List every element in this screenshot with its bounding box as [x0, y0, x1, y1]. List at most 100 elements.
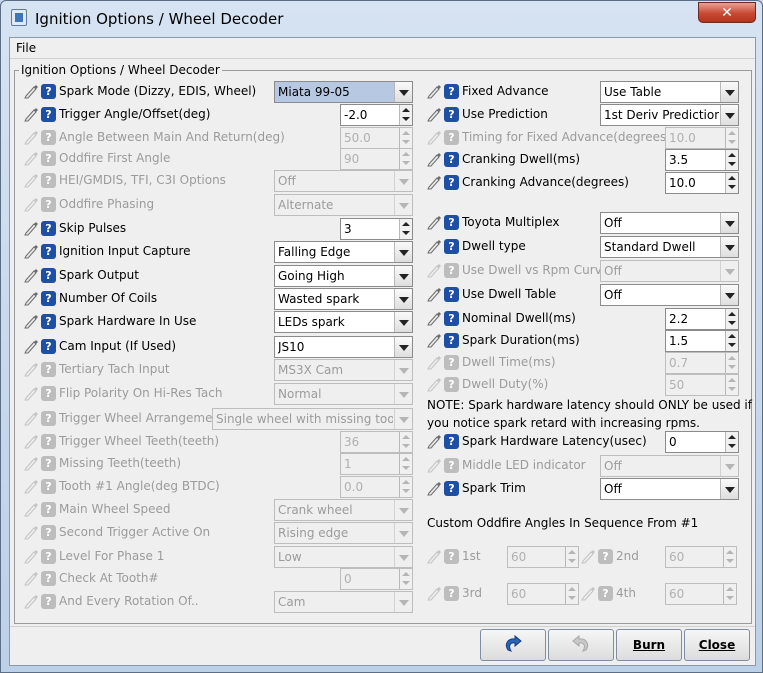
- edit-pencil-icon[interactable]: [24, 221, 38, 236]
- edit-pencil-icon[interactable]: [427, 84, 441, 99]
- help-icon[interactable]: ?: [444, 287, 459, 302]
- help-icon[interactable]: ?: [444, 434, 459, 449]
- spinner-arrows-icon[interactable]: [725, 150, 738, 170]
- spinner-arrows-icon: [399, 432, 412, 452]
- chevron-down-icon[interactable]: [394, 242, 412, 262]
- edit-pencil-icon[interactable]: [24, 84, 38, 99]
- cranking-dwell-ms-spinner[interactable]: 3.5: [665, 149, 739, 171]
- nominal-dwell-ms-value: 2.2: [669, 312, 689, 326]
- chevron-down-icon[interactable]: [720, 237, 738, 257]
- help-icon[interactable]: ?: [444, 107, 459, 122]
- undo-icon: [505, 634, 522, 652]
- edit-pencil-icon[interactable]: [24, 291, 38, 306]
- help-icon[interactable]: ?: [444, 481, 459, 496]
- edit-pencil-icon[interactable]: [427, 107, 441, 122]
- chevron-down-icon[interactable]: [394, 82, 412, 102]
- edit-pencil-icon[interactable]: [427, 434, 441, 449]
- close-button[interactable]: Close: [684, 629, 750, 661]
- spark-hardware-latency-usec-spinner[interactable]: 0: [665, 431, 739, 453]
- edit-pencil-icon[interactable]: [24, 107, 38, 122]
- use-dwell-table-select[interactable]: Off: [600, 284, 739, 306]
- chevron-down-icon[interactable]: [720, 213, 738, 233]
- chevron-down-icon[interactable]: [394, 312, 412, 332]
- spark-duration-ms-spinner[interactable]: 1.5: [665, 330, 739, 352]
- skip-pulses-spinner[interactable]: 3: [340, 218, 413, 240]
- help-icon[interactable]: ?: [41, 221, 56, 236]
- help-icon[interactable]: ?: [41, 314, 56, 329]
- help-icon[interactable]: ?: [41, 268, 56, 283]
- edit-pencil-icon[interactable]: [427, 175, 441, 190]
- help-icon[interactable]: ?: [41, 107, 56, 122]
- burn-button[interactable]: Burn: [616, 629, 682, 661]
- edit-pencil-icon[interactable]: [427, 215, 441, 230]
- chevron-down-icon[interactable]: [720, 105, 738, 125]
- help-icon: ?: [41, 456, 56, 471]
- burn-button-label: Burn: [632, 638, 666, 652]
- spinner-arrows-icon[interactable]: [399, 219, 412, 239]
- spinner-arrows-icon: [399, 128, 412, 148]
- chevron-down-icon[interactable]: [720, 479, 738, 499]
- use-dwell-table-selected-value: Off: [604, 288, 622, 302]
- spark-mode-dizzy-edis-wheel-select[interactable]: Miata 99-05: [274, 81, 413, 103]
- help-icon[interactable]: ?: [41, 291, 56, 306]
- help-icon[interactable]: ?: [41, 244, 56, 259]
- help-icon[interactable]: ?: [444, 311, 459, 326]
- help-icon[interactable]: ?: [444, 215, 459, 230]
- trigger-angle-offset-deg-spinner[interactable]: -2.0: [340, 104, 413, 126]
- use-prediction-select[interactable]: 1st Deriv Prediction: [600, 104, 739, 126]
- undo-button[interactable]: [480, 629, 546, 661]
- spark-output-select[interactable]: Going High: [274, 265, 413, 287]
- help-icon[interactable]: ?: [41, 339, 56, 354]
- left-row-oddfire-phasing: ? Oddfire Phasing Alternate: [24, 194, 424, 216]
- toyota-multiplex-select[interactable]: Off: [600, 212, 739, 234]
- cranking-advance-degrees-spinner[interactable]: 10.0: [665, 172, 739, 194]
- missing-teeth-teeth-spinner: 1: [340, 453, 413, 475]
- edit-pencil-icon[interactable]: [427, 333, 441, 348]
- menu-file[interactable]: File: [16, 41, 36, 55]
- spinner-arrows-icon: [725, 128, 738, 148]
- cam-input-if-used-select[interactable]: JS10: [274, 336, 413, 358]
- edit-pencil-icon[interactable]: [427, 152, 441, 167]
- ignition-input-capture-select[interactable]: Falling Edge: [274, 241, 413, 263]
- help-icon[interactable]: ?: [444, 84, 459, 99]
- nominal-dwell-ms-spinner[interactable]: 2.2: [665, 308, 739, 330]
- edit-pencil-icon[interactable]: [24, 339, 38, 354]
- chevron-down-icon[interactable]: [720, 82, 738, 102]
- spinner-arrows-icon: [399, 477, 412, 497]
- help-icon[interactable]: ?: [41, 84, 56, 99]
- help-icon[interactable]: ?: [444, 239, 459, 254]
- help-icon[interactable]: ?: [444, 333, 459, 348]
- trigger-wheel-teeth-teeth-spinner: 36: [340, 431, 413, 453]
- spinner-arrows-icon[interactable]: [725, 432, 738, 452]
- number-of-coils-select[interactable]: Wasted spark: [274, 288, 413, 310]
- right-row-cranking-dwell-ms: ? Cranking Dwell(ms) 3.5: [427, 149, 757, 171]
- chevron-down-icon[interactable]: [394, 266, 412, 286]
- edit-pencil-icon[interactable]: [427, 481, 441, 496]
- spark-trim-select[interactable]: Off: [600, 478, 739, 500]
- fixed-advance-select[interactable]: Use Table: [600, 81, 739, 103]
- tooth-1-angle-deg-btdc-spinner: 0.0: [340, 476, 413, 498]
- spinner-arrows-icon[interactable]: [725, 331, 738, 351]
- help-icon[interactable]: ?: [444, 152, 459, 167]
- spinner-arrows-icon[interactable]: [725, 309, 738, 329]
- right-row-use-prediction: ? Use Prediction 1st Deriv Prediction: [427, 104, 757, 126]
- edit-pencil-icon[interactable]: [24, 314, 38, 329]
- spinner-arrows-icon[interactable]: [725, 173, 738, 193]
- chevron-down-icon[interactable]: [394, 337, 412, 357]
- edit-pencil-icon[interactable]: [24, 268, 38, 283]
- oddfire-1st-label: 1st: [462, 549, 481, 563]
- edit-pencil-icon[interactable]: [427, 287, 441, 302]
- redo-button[interactable]: [548, 629, 614, 661]
- edit-pencil-icon[interactable]: [24, 244, 38, 259]
- chevron-down-icon[interactable]: [720, 285, 738, 305]
- spinner-arrows-icon[interactable]: [399, 105, 412, 125]
- help-icon[interactable]: ?: [444, 175, 459, 190]
- dwell-type-select[interactable]: Standard Dwell: [600, 236, 739, 258]
- chevron-down-icon[interactable]: [394, 289, 412, 309]
- edit-pencil-icon[interactable]: [427, 311, 441, 326]
- edit-pencil-icon[interactable]: [427, 239, 441, 254]
- check-at-tooth-value: 0: [344, 572, 352, 586]
- spark-hardware-in-use-select[interactable]: LEDs spark: [274, 311, 413, 333]
- title-bar: Ignition Options / Wheel Decoder ✕: [1, 1, 762, 35]
- window-close-button[interactable]: ✕: [698, 2, 756, 23]
